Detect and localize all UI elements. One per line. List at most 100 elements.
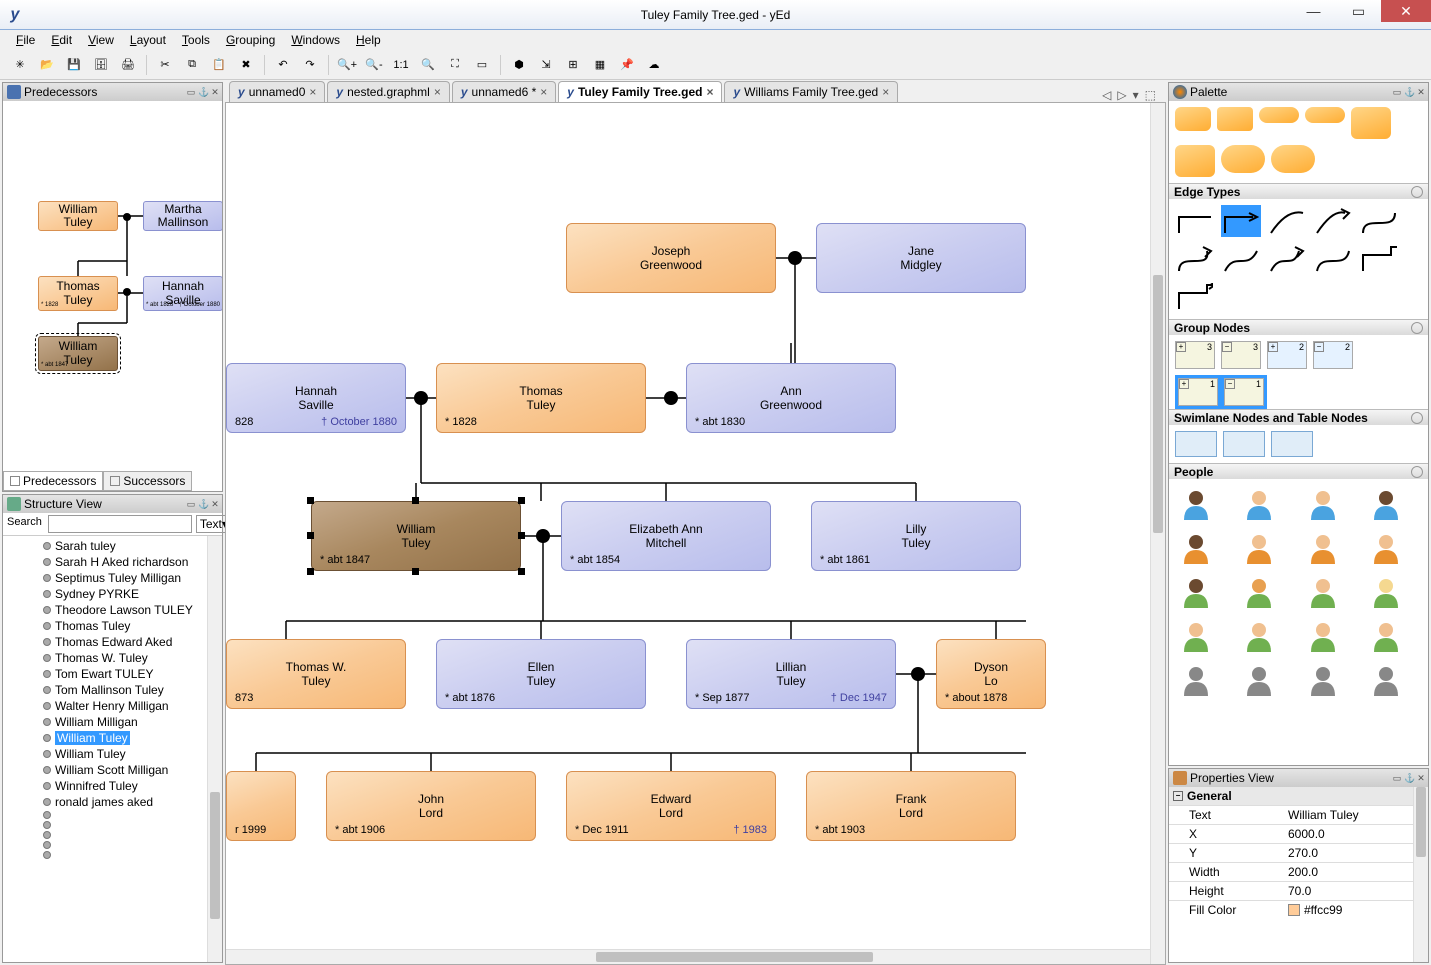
edge-type[interactable] xyxy=(1359,243,1399,275)
palette-swimlane[interactable] xyxy=(1169,425,1428,463)
menu-edit[interactable]: Edit xyxy=(45,31,78,49)
copy-icon[interactable]: ⧉ xyxy=(180,53,204,77)
tree-item[interactable] xyxy=(3,820,222,830)
person-shape[interactable] xyxy=(1238,573,1280,611)
predecessors-canvas[interactable]: WilliamTuley MarthaMallinson ThomasTuley* … xyxy=(3,101,222,471)
menu-view[interactable]: View xyxy=(82,31,120,49)
tab-successors[interactable]: Successors xyxy=(103,471,192,491)
panel-pin-icon[interactable]: ▭ xyxy=(1392,773,1402,784)
shape-pill-lg[interactable] xyxy=(1221,145,1265,173)
edge-type[interactable] xyxy=(1313,243,1353,275)
tree-item[interactable]: Theodore Lawson TULEY xyxy=(3,602,222,618)
person-shape[interactable] xyxy=(1302,617,1344,655)
tree-item[interactable]: ronald james aked xyxy=(3,794,222,810)
connector-dot[interactable] xyxy=(536,529,550,543)
swimlane-node[interactable] xyxy=(1271,431,1313,457)
graph-node[interactable]: Thomas W.Tuley873 xyxy=(226,639,406,709)
close-tab-icon[interactable]: × xyxy=(882,85,889,99)
swimlane-node[interactable] xyxy=(1175,431,1217,457)
group-node[interactable]: +2 xyxy=(1267,341,1307,369)
open-icon[interactable]: 📂 xyxy=(35,53,59,77)
save-icon[interactable]: 💾 xyxy=(62,53,86,77)
person-shape[interactable] xyxy=(1302,661,1344,699)
property-row[interactable]: Fill Color#ffcc99 xyxy=(1169,900,1428,919)
graph-node[interactable]: JohnLord* abt 1906 xyxy=(326,771,536,841)
tree-item[interactable]: William Tuley xyxy=(3,730,222,746)
tree-item[interactable]: Sarah tuley xyxy=(3,538,222,554)
group-node[interactable]: −1 xyxy=(1224,378,1264,406)
mini-node[interactable]: WilliamTuley xyxy=(38,201,118,231)
cut-icon[interactable]: ✂ xyxy=(153,53,177,77)
zoomfit-icon[interactable]: ⛶ xyxy=(443,53,467,77)
document-tab[interactable]: yWilliams Family Tree.ged× xyxy=(724,81,898,102)
edge-type[interactable] xyxy=(1313,205,1353,237)
resize-handle[interactable] xyxy=(307,568,314,575)
property-row[interactable]: TextWilliam Tuley xyxy=(1169,805,1428,824)
tree-item[interactable]: Tom Mallinson Tuley xyxy=(3,682,222,698)
panel-close-icon[interactable]: ✕ xyxy=(210,499,220,510)
graph-node[interactable]: DysonLo* about 1878 xyxy=(936,639,1046,709)
connector-dot[interactable] xyxy=(414,391,428,405)
person-shape[interactable] xyxy=(1238,485,1280,523)
edge-type[interactable] xyxy=(1221,243,1261,275)
resize-handle[interactable] xyxy=(307,532,314,539)
resize-handle[interactable] xyxy=(518,568,525,575)
graph-node[interactable]: EdwardLord* Dec 1911† 1983 xyxy=(566,771,776,841)
edge-types-header[interactable]: Edge Types xyxy=(1174,185,1240,199)
tab-nav[interactable]: ◁▷▾⬚ xyxy=(1096,88,1162,102)
resize-handle[interactable] xyxy=(412,568,419,575)
paste-icon[interactable]: 📋 xyxy=(207,53,231,77)
property-row[interactable]: X6000.0 xyxy=(1169,824,1428,843)
edge-type[interactable] xyxy=(1267,205,1307,237)
shape-roundrect[interactable] xyxy=(1217,107,1253,131)
panel-pin-icon[interactable]: ▭ xyxy=(1392,87,1402,98)
person-shape[interactable] xyxy=(1175,661,1217,699)
connector-dot[interactable] xyxy=(664,391,678,405)
canvas-scrollbar-h[interactable] xyxy=(226,949,1150,964)
mini-node[interactable]: ThomasTuley* 1828 xyxy=(38,276,118,311)
palette-shapes[interactable] xyxy=(1169,101,1428,183)
person-shape[interactable] xyxy=(1365,529,1407,567)
close-tab-icon[interactable]: × xyxy=(309,85,316,99)
property-row[interactable]: Y270.0 xyxy=(1169,843,1428,862)
graph-icon[interactable]: ⬢ xyxy=(507,53,531,77)
print-icon[interactable]: 🖨 xyxy=(116,53,140,77)
person-shape[interactable] xyxy=(1302,529,1344,567)
panel-pin2-icon[interactable]: ⚓ xyxy=(198,87,208,98)
panel-pin2-icon[interactable]: ⚓ xyxy=(1404,87,1414,98)
person-shape[interactable] xyxy=(1175,617,1217,655)
tree-item[interactable]: Septimus Tuley Milligan xyxy=(3,570,222,586)
graph-canvas[interactable]: JosephGreenwoodJaneMidgleyHannahSaville8… xyxy=(225,102,1166,965)
person-shape[interactable] xyxy=(1302,485,1344,523)
grid-icon[interactable]: ▦ xyxy=(588,53,612,77)
swimlane-node[interactable] xyxy=(1223,431,1265,457)
tree-item[interactable] xyxy=(3,830,222,840)
tree-item[interactable]: Thomas Edward Aked xyxy=(3,634,222,650)
cloud-icon[interactable]: ☁ xyxy=(642,53,666,77)
document-tab[interactable]: ynested.graphml× xyxy=(327,81,449,102)
graph-node[interactable]: EllenTuley* abt 1876 xyxy=(436,639,646,709)
zoom11-icon[interactable]: 1:1 xyxy=(389,53,413,77)
person-shape[interactable] xyxy=(1175,529,1217,567)
close-tab-icon[interactable]: × xyxy=(706,85,713,99)
shape-pill-lg2[interactable] xyxy=(1271,145,1315,173)
menu-grouping[interactable]: Grouping xyxy=(220,31,281,49)
connector-dot[interactable] xyxy=(788,251,802,265)
person-shape[interactable] xyxy=(1302,573,1344,611)
tree-item[interactable]: Sarah H Aked richardson xyxy=(3,554,222,570)
shape-rect-lg[interactable] xyxy=(1351,107,1391,139)
palette-people[interactable] xyxy=(1169,479,1428,705)
menu-layout[interactable]: Layout xyxy=(124,31,172,49)
scrollbar[interactable] xyxy=(1413,787,1428,962)
graph-node[interactable]: r 1999 xyxy=(226,771,296,841)
edge-type[interactable] xyxy=(1175,243,1215,275)
tree-item[interactable] xyxy=(3,840,222,850)
tree-item[interactable]: Tom Ewart TULEY xyxy=(3,666,222,682)
graph-node[interactable]: Elizabeth AnnMitchell* abt 1854 xyxy=(561,501,771,571)
group-node[interactable]: −2 xyxy=(1313,341,1353,369)
tab-predecessors[interactable]: Predecessors xyxy=(3,471,103,491)
person-shape[interactable] xyxy=(1175,485,1217,523)
mini-node[interactable]: MarthaMallinson xyxy=(143,201,222,231)
menu-help[interactable]: Help xyxy=(350,31,387,49)
tree-item[interactable]: Thomas Tuley xyxy=(3,618,222,634)
